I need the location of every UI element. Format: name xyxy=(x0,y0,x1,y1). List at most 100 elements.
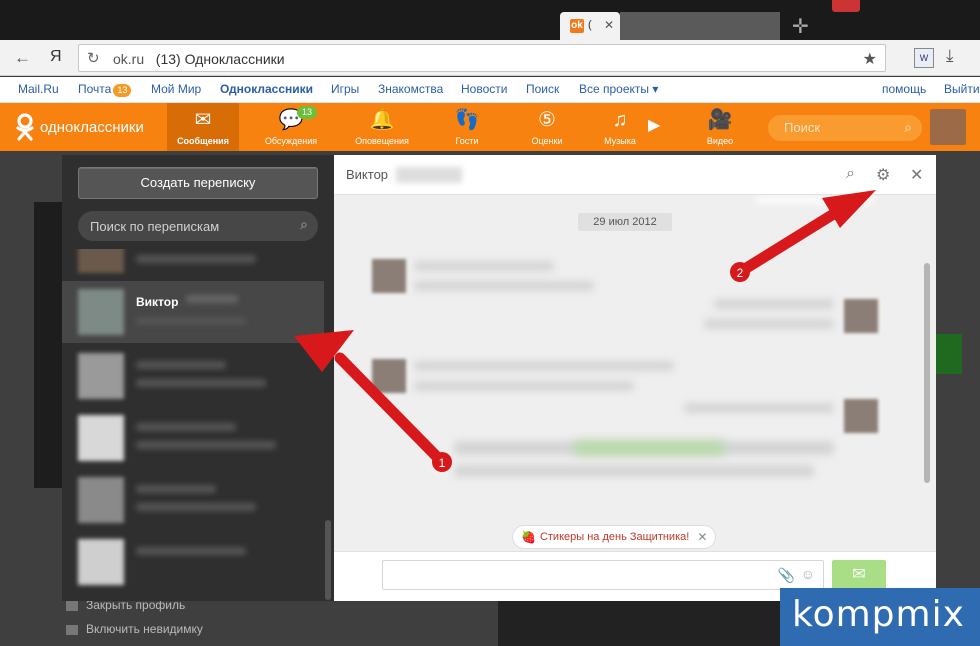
lock-icon xyxy=(66,600,78,611)
portal-link-moy-mir[interactable]: Мой Мир xyxy=(151,82,201,96)
yandex-icon[interactable]: Я xyxy=(50,48,62,66)
conversation-search-input[interactable] xyxy=(90,216,290,236)
portal-link-logout[interactable]: Выйти xyxy=(944,82,980,96)
strawberry-icon: 🍓 xyxy=(521,530,536,544)
nav-video[interactable]: 🎥 Видео xyxy=(684,103,756,151)
video-camera-icon: 🎥 xyxy=(707,109,733,131)
bell-icon: 🔔 xyxy=(369,109,395,131)
nav-notifications[interactable]: 🔔 Оповещения xyxy=(346,103,418,151)
ok-favicon: ok xyxy=(570,19,584,33)
extension-icon[interactable]: W xyxy=(914,48,934,68)
avatar xyxy=(78,289,124,335)
window-close-button[interactable] xyxy=(832,0,860,12)
message-input[interactable]: 📎 ☺ xyxy=(382,560,824,590)
portal-link-pochta[interactable]: Почта 13 xyxy=(78,82,132,97)
nav-music[interactable]: ♫ Музыка xyxy=(584,103,656,151)
back-arrow-icon[interactable]: ← xyxy=(14,48,31,68)
address-bar[interactable]: ↻ ok.ru (13) Одноклассники ★ xyxy=(78,44,886,72)
send-button[interactable]: ✉ xyxy=(832,560,886,590)
reload-icon[interactable]: ↻ xyxy=(87,49,100,67)
conversations-panel: Создать переписку ⌕ Виктор xyxy=(62,155,334,601)
ok-logo-icon[interactable] xyxy=(14,113,36,141)
download-icon[interactable]: ⤓ xyxy=(946,46,954,66)
five-rating-icon: ⑤ xyxy=(538,109,556,131)
conversation-list-scrollbar[interactable] xyxy=(325,520,331,600)
create-conversation-button[interactable]: Создать переписку xyxy=(78,167,318,199)
chat-contact-name[interactable]: Виктор xyxy=(346,167,388,182)
gear-icon[interactable]: ⚙ xyxy=(876,165,890,185)
browser-tab-active[interactable]: ok ( ✕ xyxy=(560,12,620,40)
avatar xyxy=(78,249,124,273)
chat-messages: 29 июл 2012 🍓 Стикеры на день Защитника! ✕ xyxy=(334,195,936,551)
profile-photo xyxy=(34,202,64,488)
message-avatar xyxy=(844,299,878,333)
envelope-icon: ✉ xyxy=(194,109,212,131)
nav-discussions[interactable]: 💬 13 Обсуждения xyxy=(255,103,327,151)
avatar xyxy=(78,539,124,585)
date-separator: 29 июл 2012 xyxy=(578,213,672,231)
nav-ratings[interactable]: ⑤ Оценки xyxy=(511,103,583,151)
conversation-item[interactable] xyxy=(62,249,324,281)
portal-link-dating[interactable]: Знакомства xyxy=(378,82,443,96)
nav-messages[interactable]: ✉ Сообщения xyxy=(167,103,239,151)
close-icon[interactable]: ✕ xyxy=(697,526,707,548)
invisible-mode-link[interactable]: Включить невидимку xyxy=(66,622,203,636)
sticker-promo[interactable]: 🍓 Стикеры на день Защитника! ✕ xyxy=(512,525,717,549)
scrollbar-thumb[interactable] xyxy=(924,263,930,483)
search-icon[interactable]: ⌕ xyxy=(846,165,855,183)
background-green-button xyxy=(934,334,962,374)
avatar xyxy=(78,477,124,523)
new-tab-icon[interactable]: ✛ xyxy=(792,14,809,39)
music-note-icon: ♫ xyxy=(612,109,628,131)
footprints-icon: 👣 xyxy=(454,109,480,131)
nav-guests[interactable]: 👣 Гости xyxy=(431,103,503,151)
search-icon[interactable]: ⌕ xyxy=(904,119,912,136)
contact-name: Виктор xyxy=(136,295,179,309)
ok-header: одноклассники ✉ Сообщения 💬 13 Обсуждени… xyxy=(0,103,980,151)
chat-header: Виктор ⌕ ⚙ ✕ xyxy=(334,155,936,195)
conversation-search[interactable]: ⌕ xyxy=(78,211,318,241)
conversation-item[interactable] xyxy=(62,531,324,593)
avatar xyxy=(78,353,124,399)
tab-close-icon[interactable]: ✕ xyxy=(604,18,614,32)
portal-link-games[interactable]: Игры xyxy=(331,82,359,96)
chat-panel: Виктор ⌕ ⚙ ✕ 29 июл 2012 🍓 Стикеры на ден… xyxy=(334,155,936,601)
message-avatar xyxy=(372,259,406,293)
avatar xyxy=(78,415,124,461)
tab-strip: ok ( ✕ xyxy=(0,12,980,40)
conversation-item[interactable] xyxy=(62,407,324,469)
watermark: kompmix xyxy=(780,588,980,646)
watermark-text: kompmix xyxy=(792,594,965,635)
conversation-item[interactable] xyxy=(62,345,324,407)
message-avatar xyxy=(844,399,878,433)
chat-scrollbar[interactable] xyxy=(922,203,932,503)
address-text[interactable]: ok.ru (13) Одноклассники xyxy=(113,51,285,67)
conversation-item-active[interactable]: Виктор xyxy=(62,281,324,343)
search-icon[interactable]: ⌕ xyxy=(300,216,308,233)
conversation-item[interactable] xyxy=(62,469,324,531)
paperclip-icon[interactable]: 📎 xyxy=(778,567,795,584)
portal-link-mailru[interactable]: Mail.Ru xyxy=(18,82,59,96)
user-avatar[interactable] xyxy=(930,109,966,145)
portal-link-search[interactable]: Поиск xyxy=(526,82,559,96)
portal-link-help[interactable]: помощь xyxy=(882,82,926,96)
tab-title: ( xyxy=(588,19,592,31)
browser-tab[interactable] xyxy=(620,12,780,40)
portal-link-all-projects[interactable]: Все проекты ▾ xyxy=(579,82,658,96)
pochta-badge: 13 xyxy=(113,84,132,97)
smiley-icon[interactable]: ☺ xyxy=(801,566,815,582)
browser-toolbar: ← Я ↻ ok.ru (13) Одноклассники ★ W ⤓ xyxy=(0,40,980,76)
portal-bar: Mail.Ru Почта 13 Мой Мир Одноклассники Иг… xyxy=(0,77,980,103)
discussions-badge: 13 xyxy=(297,106,318,119)
incognito-icon xyxy=(66,624,78,635)
close-icon[interactable]: ✕ xyxy=(910,165,923,185)
bookmark-star-icon[interactable]: ★ xyxy=(863,49,877,69)
portal-link-ok[interactable]: Одноклассники xyxy=(220,82,313,96)
background-photo xyxy=(498,600,788,646)
portal-link-news[interactable]: Новости xyxy=(461,82,507,96)
ok-logo-text[interactable]: одноклассники xyxy=(40,119,144,136)
ok-search-field[interactable]: Поиск ⌕ xyxy=(768,115,922,141)
message-avatar xyxy=(372,359,406,393)
play-icon[interactable]: ▶ xyxy=(648,115,660,135)
conversation-list: Виктор xyxy=(62,249,324,601)
